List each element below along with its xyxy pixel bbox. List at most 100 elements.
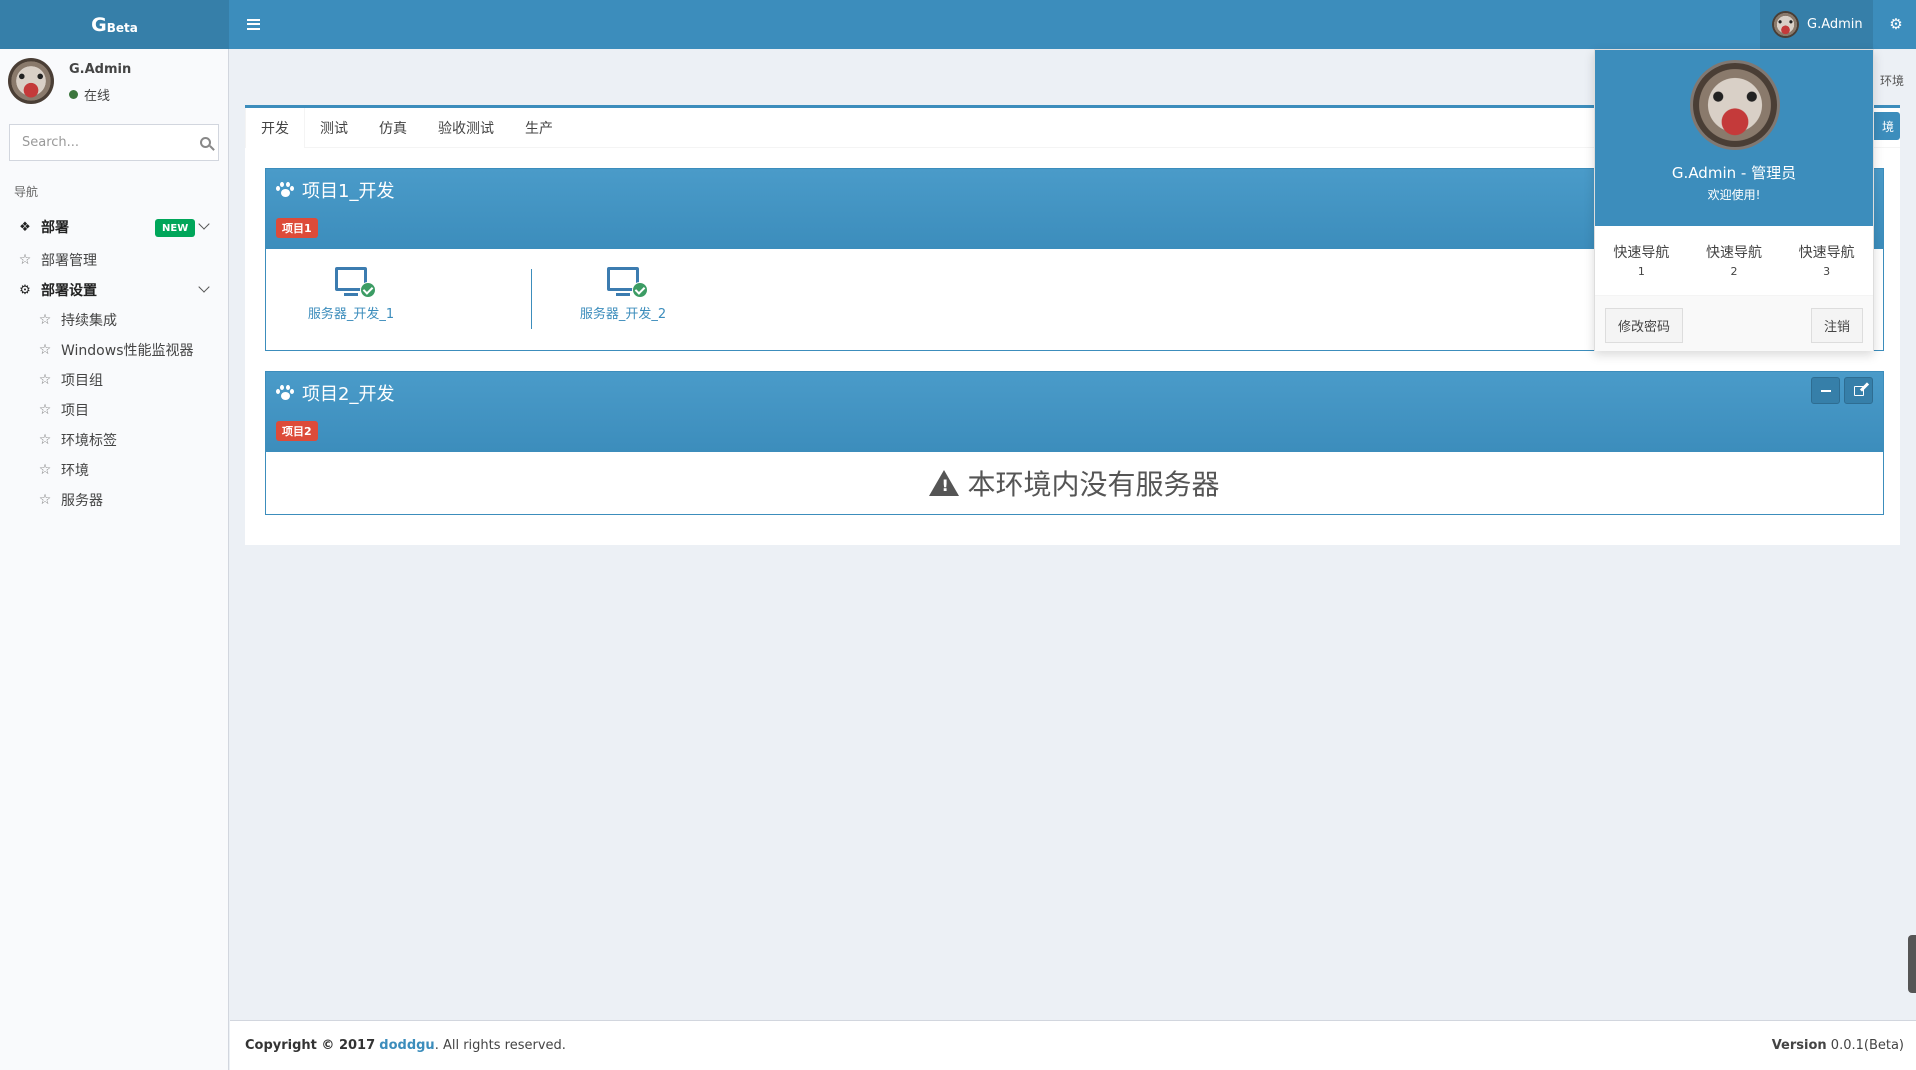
gear-icon: ⚙ xyxy=(19,282,31,298)
paw-icon xyxy=(276,385,294,401)
sidebar-item-server[interactable]: ☆ 服务器 xyxy=(0,485,228,515)
version-label: Version xyxy=(1771,1038,1827,1053)
chevron-down-icon xyxy=(198,218,210,230)
sidebar-item-label: 环境 xyxy=(61,463,89,479)
project-title: 项目2_开发 xyxy=(276,380,394,406)
paw-icon xyxy=(276,182,294,198)
version-info: Version 0.0.1(Beta) xyxy=(1772,1038,1904,1053)
change-password-button[interactable]: 修改密码 xyxy=(1605,308,1684,343)
sidebar-item-project-group[interactable]: ☆ 项目组 xyxy=(0,365,228,395)
quick-nav-label: 快速导航 xyxy=(1613,245,1670,261)
hamburger-icon xyxy=(246,18,260,30)
sidebar-item-deploy-manage[interactable]: ☆ 部署管理 xyxy=(0,245,228,275)
user-menu-button[interactable]: G.Admin xyxy=(1760,0,1873,49)
sidebar-avatar xyxy=(8,58,54,104)
sidebar-item-label: 部署管理 xyxy=(41,253,97,269)
sidebar-item-project[interactable]: ☆ 项目 xyxy=(0,395,228,425)
copyright: Copyright © 2017 doddgu. All rights rese… xyxy=(245,1038,566,1053)
collapse-button[interactable] xyxy=(1811,377,1840,404)
nav-header: 导航 xyxy=(14,185,39,199)
user-avatar-large xyxy=(1690,60,1780,150)
quick-nav-number: 2 xyxy=(1730,265,1738,278)
user-footer: 修改密码 注销 xyxy=(1595,296,1873,351)
company-link[interactable]: doddgu xyxy=(379,1038,434,1053)
star-icon: ☆ xyxy=(38,492,52,508)
star-icon: ☆ xyxy=(38,402,52,418)
sidebar-item-env-tag[interactable]: ☆ 环境标签 xyxy=(0,425,228,455)
sidebar-item-label: 项目 xyxy=(61,403,89,419)
search-button[interactable] xyxy=(192,125,218,160)
project-title-text: 项目2_开发 xyxy=(302,384,395,405)
project-title-text: 项目1_开发 xyxy=(302,181,395,202)
copyright-text: Copyright © 2017 xyxy=(245,1038,376,1053)
warning-icon xyxy=(929,470,960,496)
status-text: 在线 xyxy=(84,89,111,104)
sidebar-item-deploy-settings[interactable]: ⚙ 部署设置 xyxy=(0,275,228,305)
sidebar-menu: ❖ 部署 NEW ☆ 部署管理 ⚙ 部署设置 ☆ 持续集成 ☆ Windows性能监… xyxy=(0,209,228,515)
empty-state: 本环境内没有服务器 xyxy=(266,452,1883,514)
logo-main-text: G xyxy=(91,13,107,36)
desktop-icon xyxy=(607,267,648,298)
gears-icon[interactable]: ⚙ xyxy=(1880,12,1912,36)
project-label-badge: 项目1 xyxy=(276,218,318,238)
tab-dev[interactable]: 开发 xyxy=(245,108,305,148)
version-value: 0.0.1(Beta) xyxy=(1830,1038,1904,1053)
search-icon xyxy=(199,137,211,148)
divider xyxy=(531,269,532,329)
tab-simulation[interactable]: 仿真 xyxy=(364,108,423,148)
sidebar-item-label: 部署 xyxy=(41,220,69,236)
logo[interactable]: G Beta xyxy=(0,0,229,49)
quick-nav-2[interactable]: 快速导航 2 xyxy=(1688,226,1781,295)
user-status: 在线 xyxy=(69,85,110,104)
star-icon: ☆ xyxy=(38,462,52,478)
star-icon: ☆ xyxy=(38,312,52,328)
minus-icon xyxy=(1820,389,1831,392)
edit-button[interactable] xyxy=(1844,377,1873,404)
quick-nav-1[interactable]: 快速导航 1 xyxy=(1595,226,1688,295)
tab-acceptance[interactable]: 验收测试 xyxy=(423,108,510,148)
sidebar-item-label: Windows性能监视器 xyxy=(61,343,194,359)
check-circle-icon xyxy=(360,282,376,298)
tab-production[interactable]: 生产 xyxy=(510,108,569,148)
sidebar-item-label: 部署设置 xyxy=(41,283,97,299)
avatar xyxy=(1772,11,1799,38)
add-env-button[interactable]: 境 xyxy=(1870,112,1900,140)
search-input[interactable] xyxy=(10,125,192,160)
star-icon: ☆ xyxy=(38,372,52,388)
user-header: G.Admin - 管理员 欢迎使用! xyxy=(1595,50,1873,226)
logout-button[interactable]: 注销 xyxy=(1810,308,1863,343)
sidebar-item-label: 项目组 xyxy=(61,373,103,389)
project-label-badge: 项目2 xyxy=(276,421,318,441)
new-badge: NEW xyxy=(155,219,196,237)
server-item[interactable]: 服务器_开发_1 xyxy=(276,267,426,322)
side-handle[interactable] xyxy=(1908,935,1916,993)
logo-sub-text: Beta xyxy=(106,21,138,35)
user-menu-name: G.Admin xyxy=(1807,17,1863,32)
main-footer: Copyright © 2017 doddgu. All rights rese… xyxy=(230,1020,1916,1070)
empty-message: 本环境内没有服务器 xyxy=(967,468,1220,501)
project-header: 项目2_开发 项目2 xyxy=(266,372,1883,452)
sidebar-item-label: 环境标签 xyxy=(61,433,117,449)
sidebar-search-form xyxy=(9,124,219,161)
sidebar-toggle-button[interactable] xyxy=(240,12,266,36)
env-link[interactable]: 环境 xyxy=(1880,72,1904,89)
box-tools xyxy=(1811,377,1873,404)
sidebar-item-deploy[interactable]: ❖ 部署 NEW xyxy=(0,209,228,245)
quick-nav-3[interactable]: 快速导航 3 xyxy=(1780,226,1873,295)
sidebar-item-env[interactable]: ☆ 环境 xyxy=(0,455,228,485)
sidebar-item-label: 持续集成 xyxy=(61,313,117,329)
star-icon: ☆ xyxy=(38,342,52,358)
sidebar-item-label: 服务器 xyxy=(61,493,103,509)
user-role-name: G.Admin - 管理员 xyxy=(1671,164,1797,182)
quick-nav-number: 3 xyxy=(1823,265,1831,278)
star-icon: ☆ xyxy=(38,432,52,448)
server-name: 服务器_开发_1 xyxy=(307,307,395,322)
dropbox-icon: ❖ xyxy=(19,219,31,235)
server-item[interactable]: 服务器_开发_2 xyxy=(548,267,698,322)
sidebar-item-perf-monitor[interactable]: ☆ Windows性能监视器 xyxy=(0,335,228,365)
quick-nav-label: 快速导航 xyxy=(1706,245,1762,261)
sidebar-item-ci[interactable]: ☆ 持续集成 xyxy=(0,305,228,335)
online-dot-icon xyxy=(69,90,78,99)
tab-test[interactable]: 测试 xyxy=(305,108,364,148)
top-navbar: G Beta G.Admin ⚙ xyxy=(0,0,1916,49)
